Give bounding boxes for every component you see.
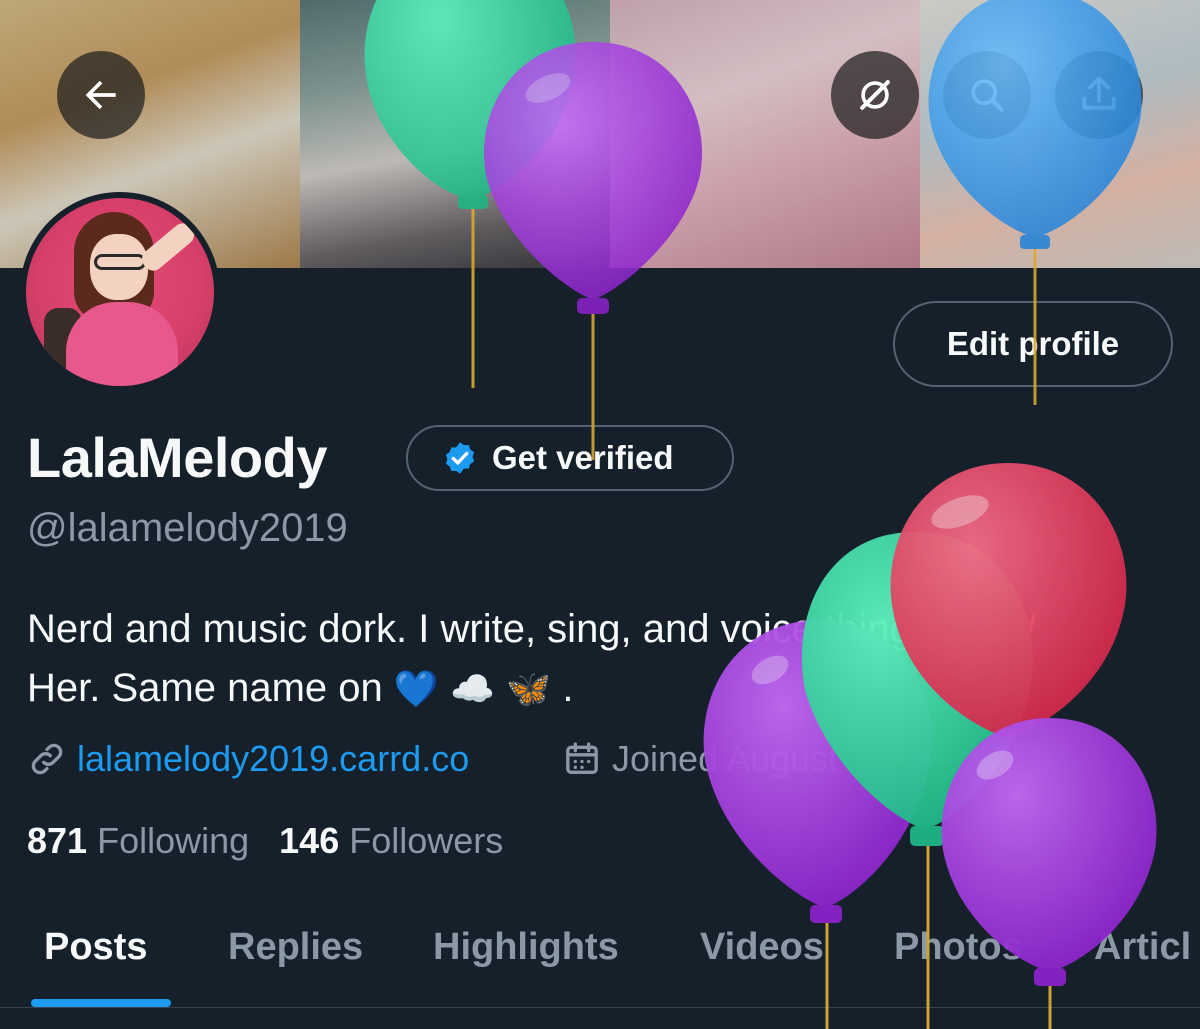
get-verified-button[interactable]: Get verified [406,425,734,491]
tabs-divider [0,1007,1200,1008]
get-verified-label: Get verified [492,439,674,476]
joined-text: Joined August [612,738,839,779]
search-icon [971,79,1004,112]
tab-posts[interactable]: Posts [44,926,147,969]
grok-button[interactable] [831,51,919,139]
display-name: LalaMelody [27,426,327,489]
share-button[interactable] [1055,51,1143,139]
tab-highlights[interactable]: Highlights [433,926,619,969]
following-label: Following [97,820,250,861]
followers-label: Followers [349,820,504,861]
following-count: 871 [27,820,88,861]
bio-text: Her. Same name on [27,666,383,710]
verified-badge-icon [445,442,475,474]
tab-photos[interactable]: Photos [894,926,1023,969]
grok-icon [860,80,890,110]
tab-replies[interactable]: Replies [228,926,363,969]
edit-profile-button[interactable]: Edit profile [893,301,1173,387]
bio-line: Nerd and music dork. I write, sing, and … [27,607,1037,651]
active-tab-indicator [31,999,171,1007]
calendar-icon [566,742,598,774]
back-button[interactable] [57,51,145,139]
joined-date: Joined August [562,738,838,780]
tab-videos[interactable]: Videos [700,926,824,969]
link-icon [31,743,63,775]
follow-counts: 871 Following 146 Followers [27,820,503,862]
share-icon [1082,76,1116,110]
profile-tabs: Posts Replies Highlights Videos Photos A… [0,900,1200,1008]
following-link[interactable]: 871 Following [27,820,249,862]
website-link[interactable]: lalamelody2019.carrd.co [27,738,469,780]
followers-link[interactable]: 146 Followers [279,820,503,862]
bio: Nerd and music dork. I write, sing, and … [27,600,1187,719]
followers-count: 146 [279,820,340,861]
handle: @lalamelody2019 [27,506,348,550]
bio-line: Her. Same name on 💙 ☁️ 🦋 . [27,659,1187,719]
tab-articles[interactable]: Articl [1094,926,1191,969]
website-text[interactable]: lalamelody2019.carrd.co [77,738,469,780]
bio-text: . [562,666,574,710]
bio-emojis: 💙 ☁️ 🦋 [393,669,552,710]
search-button[interactable] [943,51,1031,139]
avatar[interactable] [20,192,220,392]
avatar-image [26,198,214,386]
arrow-left-icon [85,80,116,110]
